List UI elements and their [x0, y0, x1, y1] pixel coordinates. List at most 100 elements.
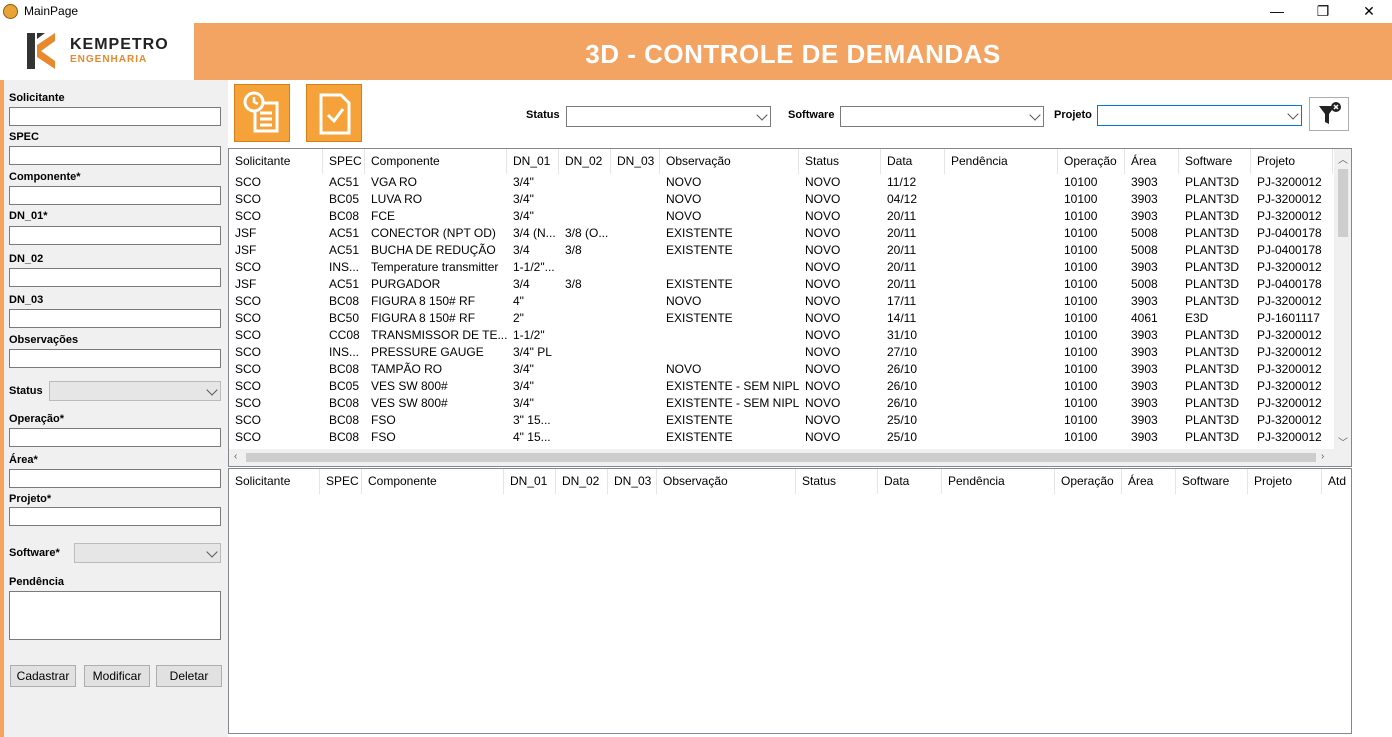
- table-row[interactable]: SCO CC08 TRANSMISSOR DE TE... 1-1/2" NOVO 31/…: [229, 327, 1333, 344]
- table-cell: VES SW 800#: [371, 379, 448, 393]
- approve-button[interactable]: [306, 84, 362, 142]
- table-row[interactable]: SCO INS... PRESSURE GAUGE 3/4" PL NOVO 27/10 1…: [229, 344, 1333, 361]
- table-row[interactable]: SCO INS... Temperature transmitter 1-1/2"..…: [229, 259, 1333, 276]
- clear-filter-button[interactable]: [1309, 97, 1349, 131]
- vertical-scroll-thumb[interactable]: [1338, 169, 1348, 237]
- table-cell: CC08: [329, 328, 360, 342]
- componente-input[interactable]: [9, 186, 221, 205]
- column-header-data[interactable]: Data: [878, 469, 942, 494]
- detail-grid[interactable]: Solicitante SPEC Componente DN_01 DN_02 DN_03…: [228, 468, 1352, 734]
- software-select[interactable]: [74, 543, 221, 563]
- table-row[interactable]: SCO BC08 VES SW 800# 3/4" EXISTENTE - SEM NI…: [229, 395, 1333, 412]
- table-row[interactable]: JSF AC51 BUCHA DE REDUÇÃO 3/4 3/8 EXISTENTE NO…: [229, 242, 1333, 259]
- table-row[interactable]: SCO BC05 VES SW 800# 3/4" EXISTENTE - SEM NI…: [229, 378, 1333, 395]
- observacoes-input[interactable]: [9, 349, 221, 368]
- demands-grid[interactable]: Solicitante SPEC Componente DN_01 DN_02 DN_03…: [228, 148, 1352, 467]
- column-header-opera-o[interactable]: Operação: [1055, 469, 1122, 494]
- table-cell: PLANT3D: [1185, 260, 1240, 274]
- column-header-software[interactable]: Software: [1179, 149, 1251, 174]
- column-header-pend-ncia[interactable]: Pendência: [945, 149, 1058, 174]
- column-header-spec[interactable]: SPEC: [320, 469, 362, 494]
- table-row[interactable]: SCO BC08 FIGURA 8 150# RF 4" NOVO NOVO 17/11 10…: [229, 293, 1333, 310]
- column-header-status[interactable]: Status: [799, 149, 881, 174]
- table-cell: PJ-3200012: [1257, 379, 1322, 393]
- table-row[interactable]: SCO BC08 TAMPÃO RO 3/4" NOVO NOVO 26/10 10100 39…: [229, 361, 1333, 378]
- column-header-dn-03[interactable]: DN_03: [611, 149, 660, 174]
- table-cell: [945, 327, 1058, 344]
- column-header-dn-03[interactable]: DN_03: [608, 469, 657, 494]
- table-cell: NOVO: [666, 175, 702, 189]
- column-header-dn-01[interactable]: DN_01: [504, 469, 556, 494]
- column-header-observa-o[interactable]: Observação: [657, 469, 796, 494]
- column-header-data[interactable]: Data: [881, 149, 945, 174]
- table-cell: AC51: [329, 175, 360, 189]
- table-row[interactable]: SCO BC08 FCE 3/4" NOVO NOVO 20/11 10100 3903 PLAN…: [229, 208, 1333, 225]
- column-header-software[interactable]: Software: [1176, 469, 1248, 494]
- horizontal-scrollbar[interactable]: ‹ ›: [229, 449, 1351, 466]
- column-header-solicitante[interactable]: Solicitante: [229, 149, 323, 174]
- table-row[interactable]: SCO BC08 FSO 4" 15... EXISTENTE NOVO 25/10 1010…: [229, 429, 1333, 446]
- column-header-dn-01[interactable]: DN_01: [507, 149, 559, 174]
- column-header-componente[interactable]: Componente: [362, 469, 504, 494]
- dn02-input[interactable]: [9, 268, 221, 287]
- table-row[interactable]: SCO BC05 LUVA RO 3/4" NOVO NOVO 04/12 10100 3903…: [229, 191, 1333, 208]
- column-header-opera-o[interactable]: Operação: [1058, 149, 1125, 174]
- column-header-atd[interactable]: Atd: [1322, 469, 1351, 494]
- table-cell: 20/11: [887, 277, 917, 291]
- column-header--rea[interactable]: Área: [1125, 149, 1179, 174]
- table-cell: SCO: [235, 430, 262, 444]
- history-button[interactable]: [234, 84, 290, 142]
- column-header--rea[interactable]: Área: [1122, 469, 1176, 494]
- dn01-input[interactable]: [9, 226, 221, 245]
- projeto-filter-select[interactable]: [1097, 105, 1302, 126]
- operacao-input[interactable]: [9, 428, 221, 447]
- column-header-projeto[interactable]: Projeto: [1248, 469, 1322, 494]
- table-cell: SCO: [235, 362, 262, 376]
- table-cell: 20/11: [887, 243, 917, 257]
- column-header-dn-02[interactable]: DN_02: [559, 149, 611, 174]
- scroll-right-icon[interactable]: ›: [1321, 451, 1324, 462]
- table-cell: VES SW 800#: [371, 396, 448, 410]
- table-row[interactable]: SCO BC08 FSO 3" 15... EXISTENTE NOVO 25/10 1010…: [229, 412, 1333, 429]
- close-button[interactable]: ✕: [1346, 0, 1392, 23]
- column-header-spec[interactable]: SPEC: [323, 149, 365, 174]
- pendencia-textarea[interactable]: [9, 591, 221, 640]
- table-row[interactable]: JSF AC51 PURGADOR 3/4 3/8 EXISTENTE NOVO 20/11 1…: [229, 276, 1333, 293]
- column-header-componente[interactable]: Componente: [365, 149, 507, 174]
- software-filter-select[interactable]: [840, 106, 1044, 127]
- column-header-projeto[interactable]: Projeto: [1251, 149, 1333, 174]
- table-cell: NOVO: [805, 345, 841, 359]
- table-cell: PJ-3200012: [1257, 175, 1322, 189]
- horizontal-scroll-thumb[interactable]: [246, 453, 1316, 462]
- table-row[interactable]: SCO AC51 VGA RO 3/4" NOVO NOVO 11/12 10100 3903 P…: [229, 174, 1333, 191]
- solicitante-input[interactable]: [9, 107, 221, 126]
- status-filter-select[interactable]: [566, 106, 771, 127]
- scroll-up-icon[interactable]: ︿: [1338, 151, 1348, 166]
- column-header-status[interactable]: Status: [796, 469, 878, 494]
- scroll-left-icon[interactable]: ‹: [234, 451, 237, 462]
- table-row[interactable]: SCO BC50 FIGURA 8 150# RF 2" EXISTENTE NOVO 14…: [229, 310, 1333, 327]
- table-row[interactable]: JSF AC51 CONECTOR (NPT OD) 3/4 (N... 3/8 (O.…: [229, 225, 1333, 242]
- deletar-button[interactable]: Deletar: [156, 665, 222, 687]
- table-cell: [611, 412, 660, 429]
- spec-input[interactable]: [9, 146, 221, 165]
- scroll-down-icon[interactable]: ﹀: [1338, 434, 1348, 449]
- column-header-pend-ncia[interactable]: Pendência: [942, 469, 1055, 494]
- table-cell: PJ-3200012: [1257, 294, 1322, 308]
- table-cell: 26/10: [887, 362, 918, 376]
- table-cell: 3903: [1131, 396, 1158, 410]
- dn03-input[interactable]: [9, 309, 221, 328]
- restore-button[interactable]: ❐: [1300, 0, 1346, 23]
- column-header-solicitante[interactable]: Solicitante: [229, 469, 320, 494]
- vertical-scrollbar[interactable]: ︿ ﹀: [1334, 149, 1351, 451]
- componente-label: Componente*: [9, 171, 81, 183]
- page-title: 3D - CONTROLE DE DEMANDAS: [585, 39, 1001, 69]
- minimize-button[interactable]: —: [1254, 0, 1300, 23]
- column-header-observa-o[interactable]: Observação: [660, 149, 799, 174]
- column-header-dn-02[interactable]: DN_02: [556, 469, 608, 494]
- status-select[interactable]: [49, 381, 221, 401]
- cadastrar-button[interactable]: Cadastrar: [10, 665, 76, 687]
- area-input[interactable]: [9, 469, 221, 488]
- projeto-input[interactable]: [9, 507, 221, 526]
- modificar-button[interactable]: Modificar: [84, 665, 150, 687]
